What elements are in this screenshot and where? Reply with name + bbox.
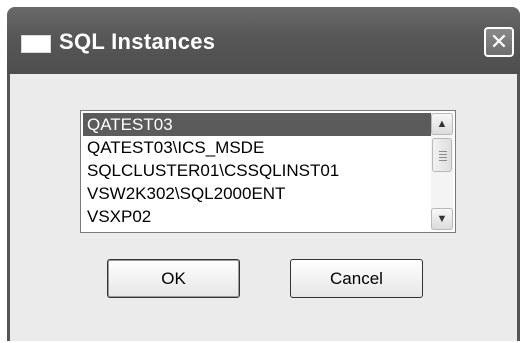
grip-line bbox=[439, 154, 447, 155]
dialog-title: SQL Instances bbox=[59, 29, 216, 54]
ok-button[interactable]: OK bbox=[107, 259, 240, 298]
sql-instances-dialog: SQL Instances ✕ QATEST03 QATEST03\ICS_MS… bbox=[7, 7, 520, 341]
scroll-down-button[interactable]: ▼ bbox=[431, 208, 453, 230]
grip-line bbox=[439, 160, 447, 161]
close-icon: ✕ bbox=[489, 29, 509, 54]
vertical-scrollbar[interactable]: ▲ ▼ bbox=[431, 113, 453, 230]
list-item[interactable]: QATEST03\ICS_MSDE bbox=[83, 136, 431, 159]
grip-line bbox=[439, 151, 447, 152]
grip-line bbox=[439, 157, 447, 158]
chevron-up-icon: ▲ bbox=[436, 118, 448, 130]
scroll-up-button[interactable]: ▲ bbox=[431, 113, 453, 135]
cancel-button[interactable]: Cancel bbox=[290, 259, 423, 298]
title-bar[interactable]: SQL Instances ✕ bbox=[7, 7, 520, 74]
chevron-down-icon: ▼ bbox=[436, 213, 448, 225]
instances-listbox[interactable]: QATEST03 QATEST03\ICS_MSDE SQLCLUSTER01\… bbox=[80, 110, 456, 233]
list-item[interactable]: QATEST03 bbox=[83, 113, 431, 136]
list-item[interactable]: SQLCLUSTER01\CSSQLINST01 bbox=[83, 159, 431, 182]
list-item[interactable]: VSW2K302\SQL2000ENT bbox=[83, 182, 431, 205]
list-item[interactable]: VSXP02 bbox=[83, 205, 431, 228]
instances-list: QATEST03 QATEST03\ICS_MSDE SQLCLUSTER01\… bbox=[83, 113, 431, 230]
scroll-thumb[interactable] bbox=[432, 138, 452, 172]
close-button[interactable]: ✕ bbox=[484, 27, 514, 57]
dialog-body: QATEST03 QATEST03\ICS_MSDE SQLCLUSTER01\… bbox=[10, 74, 517, 341]
window-icon bbox=[21, 35, 51, 53]
